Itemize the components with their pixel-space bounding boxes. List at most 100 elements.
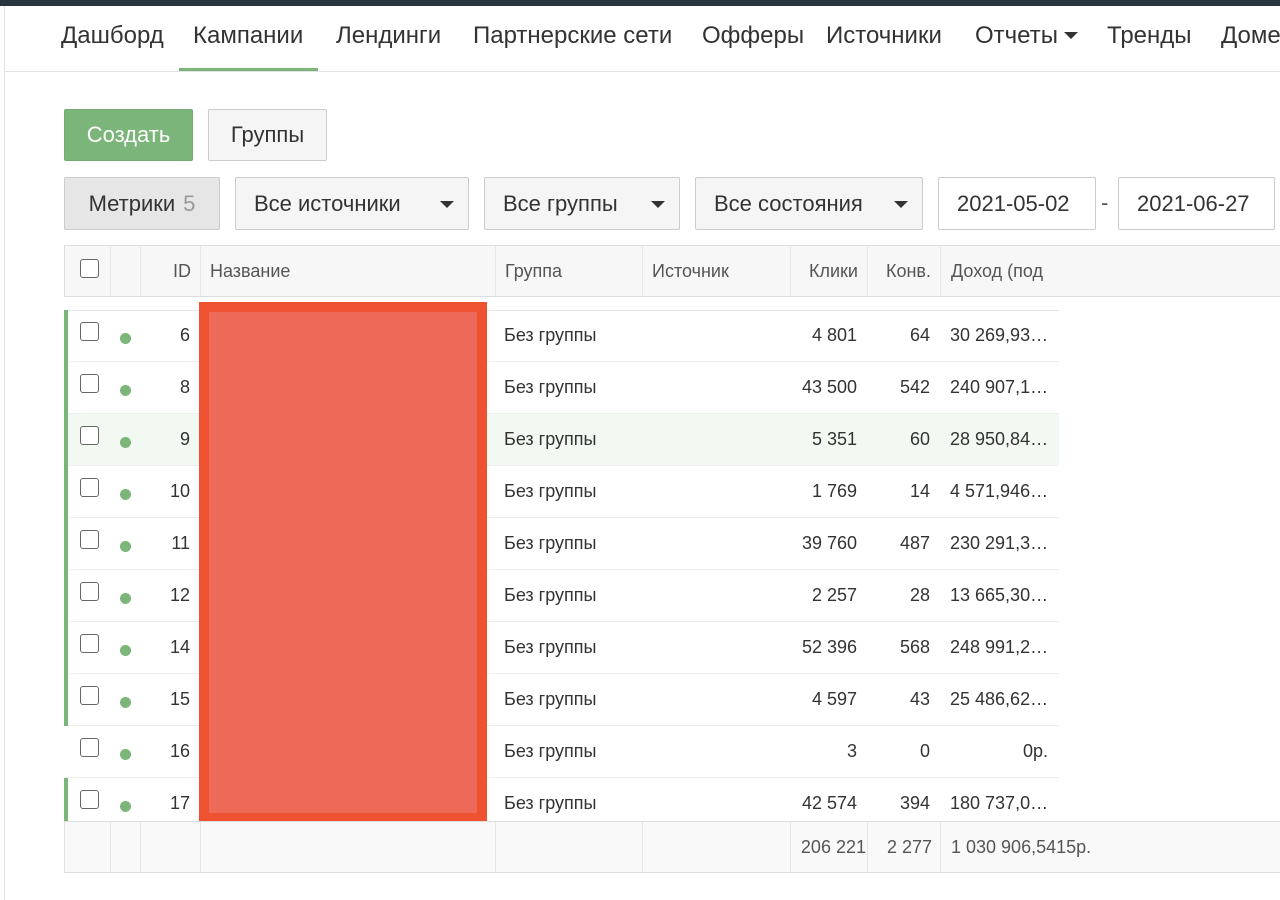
row-checkbox[interactable] [80,582,99,601]
row-checkbox[interactable] [80,530,99,549]
row-revenue: 0р. [1022,741,1048,761]
row-clicks: 43 500 [801,377,857,397]
caret-down-icon [894,201,908,208]
row-conversions: 0 [919,741,930,761]
create-button[interactable]: Создать [64,109,193,161]
column-header-group[interactable]: Группа [505,246,562,296]
states-select[interactable]: Все состояния [695,177,923,230]
row-clicks: 2 257 [811,585,857,605]
row-clicks: 5 351 [811,429,857,449]
row-checkbox[interactable] [80,374,99,393]
row-revenue: 230 291,3… [950,533,1049,553]
row-conversions: 64 [909,325,930,345]
select-all-checkbox[interactable] [80,259,99,278]
column-divider [200,822,201,872]
metrics-count-badge: 5 [183,190,196,216]
row-id: 12 [169,585,190,605]
row-group: Без группы [504,741,597,761]
row-conversions: 568 [899,637,930,657]
column-divider [200,246,201,296]
row-id: 15 [169,689,190,709]
row-status-bar [64,310,68,362]
caret-down-icon [440,201,454,208]
row-checkbox[interactable] [80,426,99,445]
row-conversions: 487 [899,533,930,553]
groups-select[interactable]: Все группы [484,177,680,230]
states-select-value: Все состояния [714,190,863,216]
nav-domains[interactable]: Доме [1221,6,1280,71]
row-checkbox[interactable] [80,790,99,809]
nav-sources[interactable]: Источники [826,6,942,71]
column-header-source[interactable]: Источник [652,246,729,296]
groups-button[interactable]: Группы [208,109,327,161]
date-to-input[interactable] [1118,177,1275,230]
row-revenue: 25 486,62… [950,689,1049,709]
nav-campaigns[interactable]: Кампании [178,6,319,71]
groups-select-value: Все группы [503,190,618,216]
column-header-revenue[interactable]: Доход (под [951,246,1043,296]
status-active-dot [120,333,131,344]
row-clicks: 52 396 [801,637,857,657]
row-conversions: 60 [909,429,930,449]
row-clicks: 4 801 [811,325,857,345]
main-nav: Дашборд Кампании Лендинги Партнерские се… [5,6,1280,72]
sources-select[interactable]: Все источники [235,177,469,230]
row-clicks: 1 769 [811,481,857,501]
status-active-dot [120,697,131,708]
row-checkbox[interactable] [80,478,99,497]
date-from-input[interactable] [938,177,1096,230]
row-group: Без группы [504,429,597,449]
nav-reports[interactable]: Отчеты [975,6,1078,71]
row-group: Без группы [504,585,597,605]
status-active-dot [120,437,131,448]
total-revenue: 1 030 906,5415р. [951,837,1092,857]
row-conversions: 14 [909,481,930,501]
nav-offers[interactable]: Офферы [702,6,804,71]
column-header-id[interactable]: ID [141,246,191,296]
nav-trends[interactable]: Тренды [1107,6,1192,71]
row-id: 9 [179,429,190,449]
row-id: 16 [169,741,190,761]
column-divider [110,246,111,296]
row-checkbox[interactable] [80,322,99,341]
column-divider [495,822,496,872]
page-left-border [4,6,5,900]
row-group: Без группы [504,481,597,501]
row-revenue: 13 665,30… [950,585,1049,605]
nav-dashboard[interactable]: Дашборд [61,6,164,71]
row-revenue: 240 907,1… [950,377,1049,397]
row-revenue: 4 571,946… [950,481,1049,501]
row-status-bar [64,674,68,726]
column-divider [642,246,643,296]
row-checkbox[interactable] [80,686,99,705]
row-revenue: 248 991,2… [950,637,1049,657]
row-status-bar [64,570,68,622]
row-clicks: 3 [846,741,857,761]
column-divider [940,246,941,296]
date-range-separator: - [1101,190,1109,215]
row-id: 6 [179,325,190,345]
nav-reports-label: Отчеты [975,22,1058,49]
row-checkbox[interactable] [80,738,99,757]
column-divider [140,822,141,872]
caret-down-icon [651,201,665,208]
column-header-conversions[interactable]: Конв. [868,246,931,296]
nav-landings[interactable]: Лендинги [336,6,441,71]
row-status-bar [64,518,68,570]
status-active-dot [120,645,131,656]
row-id: 8 [179,377,190,397]
row-group: Без группы [504,689,597,709]
column-header-name[interactable]: Название [210,246,290,296]
status-active-dot [120,801,131,812]
table-header: ID Название Группа Источник Клики Конв. … [64,245,1280,297]
row-status-bar [64,362,68,414]
column-header-clicks[interactable]: Клики [791,246,858,296]
row-checkbox[interactable] [80,634,99,653]
chevron-down-icon [1063,31,1078,39]
table-totals-row: 206 221 2 277 1 030 906,5415р. [64,821,1280,873]
metrics-button[interactable]: Метрики 5 [64,177,220,230]
column-divider [940,822,941,872]
column-divider [110,822,111,872]
redacted-name-column [199,302,487,823]
nav-affiliate-networks[interactable]: Партнерские сети [473,6,672,71]
